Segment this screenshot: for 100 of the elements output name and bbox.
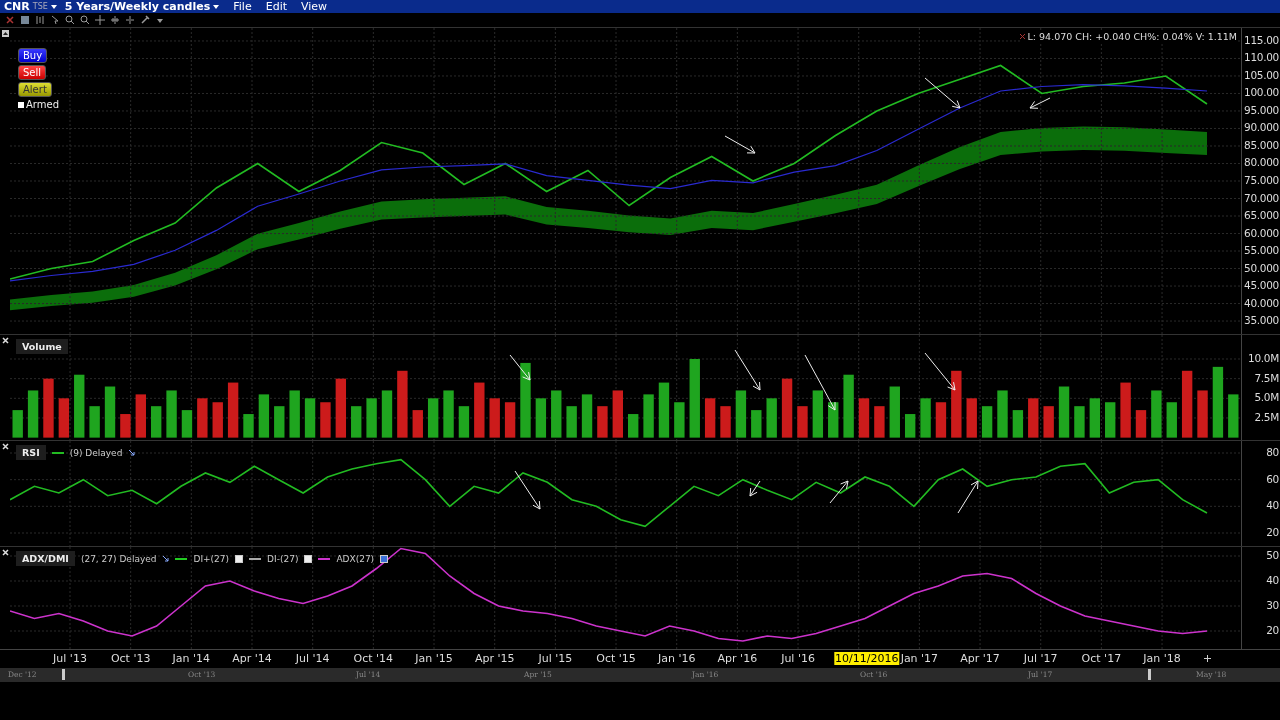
volume-bar	[427, 398, 439, 438]
axis-label: 40	[1266, 499, 1279, 512]
volume-bar	[581, 394, 593, 438]
pin-icon[interactable]	[162, 555, 170, 562]
hand-drawn-arrow	[924, 77, 961, 109]
price-legend: L: 94.070 CH: +0.040 CH%: 0.04% V: 1.11M	[1027, 31, 1237, 42]
axis-label: 75.000	[1244, 174, 1279, 186]
volume-bar	[674, 402, 685, 438]
volume-bar	[58, 398, 70, 438]
volume-bar	[381, 390, 393, 438]
volume-bar	[1228, 394, 1239, 438]
volume-bar	[197, 398, 208, 438]
checkbox[interactable]	[380, 554, 389, 563]
hand-drawn-arrow	[749, 480, 761, 497]
volume-bar	[166, 390, 177, 438]
scrollbar-handle[interactable]	[1148, 669, 1151, 680]
crosshair-icon[interactable]	[95, 15, 105, 25]
volume-bar	[951, 370, 962, 438]
volume-bar	[1043, 406, 1054, 438]
volume-bar	[828, 402, 839, 438]
hand-drawn-arrow	[1029, 97, 1051, 109]
axis-label: 105.00	[1244, 68, 1279, 81]
wrench-icon[interactable]	[140, 15, 150, 25]
alert-button[interactable]: Alert	[18, 82, 52, 97]
volume-bar	[720, 406, 731, 438]
volume-bar	[304, 398, 316, 438]
expand-icon[interactable]	[110, 15, 120, 25]
legend-line	[51, 451, 64, 454]
volume-bar	[797, 406, 808, 438]
caret-icon[interactable]	[213, 4, 220, 9]
axis-label: Jan '17	[900, 652, 939, 665]
volume-bar	[12, 410, 23, 438]
volume-bar	[258, 394, 270, 438]
volume-bar	[981, 406, 993, 438]
axis-label: 55.000	[1244, 244, 1279, 256]
zoom-in-icon[interactable]	[65, 15, 75, 25]
volume-bar	[1135, 410, 1147, 438]
volume-bar	[966, 398, 977, 438]
axis-label: 80	[1266, 446, 1279, 458]
pin-icon[interactable]	[128, 449, 136, 456]
zoom-out-icon[interactable]	[80, 15, 90, 25]
axis-label: Jul '13	[53, 652, 87, 665]
volume-bar	[843, 374, 854, 438]
volume-bar	[489, 398, 500, 438]
ticker-symbol: CNR	[4, 0, 30, 13]
volume-bar	[1120, 382, 1131, 438]
volume-bar	[151, 406, 162, 438]
volume-bar	[366, 398, 377, 438]
volume-bar	[335, 378, 347, 438]
hand-drawn-arrow	[924, 352, 956, 391]
checkbox[interactable]	[18, 101, 24, 108]
volume-bar	[243, 414, 254, 438]
checkbox[interactable]	[304, 554, 313, 563]
hand-drawn-arrow	[957, 480, 979, 514]
checkbox[interactable]	[235, 554, 244, 563]
axis-label: Apr '14	[232, 652, 272, 665]
volume-bar	[289, 390, 300, 438]
cursor-icon[interactable]	[50, 15, 60, 25]
volume-bar	[320, 402, 331, 438]
volume-bar	[274, 406, 285, 438]
axis-label: Jul '17	[1023, 652, 1058, 665]
volume-bar	[181, 410, 193, 438]
axis-label: 95.000	[1244, 103, 1279, 116]
axis-label: Jan '14	[172, 652, 211, 665]
axis-label: Apr '16	[717, 652, 758, 665]
axis-label: 50.000	[1244, 261, 1279, 274]
menu-item[interactable]: View	[301, 0, 328, 13]
hand-drawn-arrow	[509, 354, 531, 381]
volume-bar	[1028, 398, 1039, 438]
volume-bar	[412, 410, 423, 438]
series-label: DI-(27)	[267, 553, 299, 564]
period-dropdown[interactable]: 5 Years/Weekly candles	[64, 0, 211, 13]
scrollbar-handle[interactable]	[62, 669, 65, 680]
axis-label: 80.000	[1244, 156, 1279, 169]
volume-bar	[135, 394, 146, 438]
exchange-dropdown[interactable]: TSE	[32, 0, 48, 13]
volume-bar	[889, 386, 900, 438]
scroll-up-icon[interactable]	[1, 30, 9, 37]
menu-item[interactable]: Edit	[265, 0, 287, 13]
sell-button[interactable]: Sell	[18, 65, 47, 80]
text-tool-icon[interactable]	[20, 15, 30, 25]
plus-icon[interactable]	[1204, 655, 1211, 662]
axis-label: 110.00	[1244, 51, 1279, 64]
menu-item[interactable]: File	[233, 0, 252, 13]
axis-label: 30	[1266, 599, 1279, 611]
volume-bar	[1197, 390, 1208, 438]
pane-title: RSI	[16, 445, 46, 460]
volume-bar	[628, 414, 639, 438]
volume-bar	[535, 398, 547, 438]
axis-label: 40.000	[1244, 296, 1279, 309]
volume-bar	[458, 406, 470, 438]
volume-bar	[1166, 402, 1177, 438]
caret-icon[interactable]	[50, 4, 57, 9]
volume-bar	[858, 398, 870, 438]
buy-button[interactable]: Buy	[18, 48, 48, 63]
axis-label: 50	[1266, 549, 1279, 561]
axis-label: Jan '16	[657, 652, 696, 665]
hand-drawn-arrow	[724, 135, 756, 154]
volume-bar	[397, 370, 408, 438]
indicator-params: (27, 27) Delayed	[80, 553, 157, 564]
